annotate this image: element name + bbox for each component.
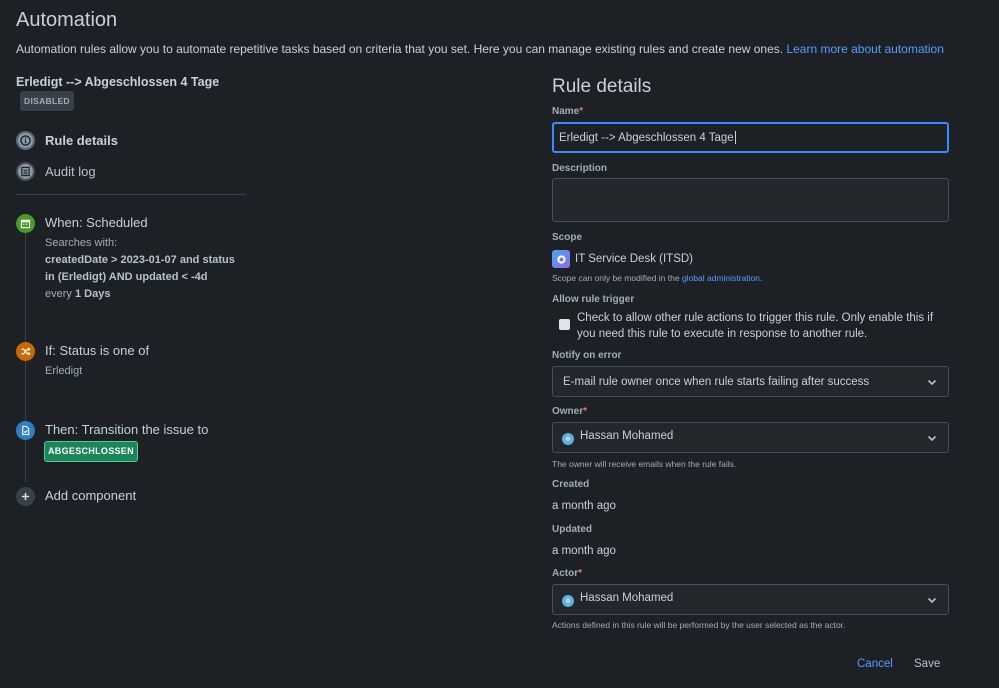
description-label: Description: [552, 163, 608, 174]
actor-label: Actor*: [552, 568, 582, 579]
required-mark: *: [579, 106, 584, 117]
details-title: Rule details: [552, 76, 652, 97]
nav-audit-log[interactable]: Audit log: [16, 162, 96, 181]
calendar-icon: [16, 214, 35, 233]
scope-help: Scope can only be modified in the global…: [552, 273, 762, 283]
when-jql: createdDate > 2023-01-07 and status in (…: [45, 254, 235, 283]
then-value: ABGESCHLOSSEN: [44, 441, 245, 462]
list-icon: [16, 162, 35, 181]
when-title: When: Scheduled: [45, 215, 148, 230]
add-component-button[interactable]: Add component: [16, 487, 216, 507]
name-label: Name*: [552, 106, 583, 117]
chevron-down-icon: [927, 379, 937, 385]
scope-help-prefix: Scope can only be modified in the: [552, 273, 682, 283]
project-avatar-icon: [552, 250, 570, 268]
save-button[interactable]: Save: [914, 656, 940, 672]
scope-value: IT Service Desk (ITSD): [552, 250, 693, 268]
intro-text: Automation rules allow you to automate r…: [16, 42, 787, 56]
owner-label-text: Owner: [552, 406, 584, 417]
required-mark: *: [583, 406, 588, 417]
description-textarea[interactable]: [552, 178, 949, 222]
owner-value: Hassan Mohamed: [580, 430, 674, 443]
actor-label-text: Actor: [552, 568, 579, 579]
nav-rule-details[interactable]: Rule details: [16, 131, 118, 150]
chevron-down-icon: [927, 597, 937, 603]
created-label: Created: [552, 479, 590, 490]
required-mark: *: [578, 568, 583, 579]
actor-help: Actions defined in this rule will be per…: [552, 620, 846, 630]
component-if[interactable]: If: Status is one of Erledigt: [16, 342, 256, 382]
learn-more-link[interactable]: Learn more about automation: [786, 42, 943, 56]
when-every: every 1 Days: [45, 286, 245, 303]
when-searches-with: Searches with:: [45, 237, 118, 249]
text-cursor: [734, 131, 736, 144]
name-input[interactable]: Erledigt --> Abgeschlossen 4 Tage: [552, 122, 949, 153]
when-details: Searches with: createdDate > 2023-01-07 …: [45, 235, 245, 303]
allow-trigger-text: Check to allow other rule actions to tri…: [577, 312, 934, 340]
allow-trigger-checkbox[interactable]: [559, 319, 570, 330]
actor-selected: ☻ Hassan Mohamed: [562, 592, 673, 607]
info-icon: [16, 131, 35, 150]
cancel-button[interactable]: Cancel: [857, 656, 893, 672]
scope-help-suffix: .: [759, 273, 763, 283]
notify-select[interactable]: E-mail rule owner once when rule starts …: [552, 366, 949, 397]
rule-name-heading: Erledigt --> Abgeschlossen 4 Tage DISABL…: [16, 73, 251, 111]
plus-icon: [16, 487, 35, 506]
owner-select[interactable]: ☻ Hassan Mohamed: [552, 422, 949, 453]
if-value: Erledigt: [45, 365, 83, 377]
updated-value: a month ago: [552, 545, 616, 557]
rule-name: Erledigt --> Abgeschlossen 4 Tage: [16, 75, 220, 89]
global-administration-link[interactable]: global administration: [682, 273, 760, 283]
when-every-prefix: every: [45, 288, 72, 300]
shuffle-icon: [16, 342, 35, 361]
component-then[interactable]: Then: Transition the issue to ABGESCHLOS…: [16, 421, 256, 462]
when-every-value: 1 Days: [74, 288, 111, 300]
component-when[interactable]: When: Scheduled Searches with: createdDa…: [16, 214, 256, 304]
page-intro: Automation rules allow you to automate r…: [16, 42, 944, 56]
actor-select[interactable]: ☻ Hassan Mohamed: [552, 584, 949, 615]
notify-label: Notify on error: [552, 350, 622, 361]
name-input-value: Erledigt --> Abgeschlossen 4 Tage: [559, 131, 734, 144]
nav-rule-details-label: Rule details: [45, 133, 118, 148]
page-title: Automation: [16, 9, 118, 31]
status-lozenge: ABGESCHLOSSEN: [44, 441, 138, 462]
emoji-avatar-icon: ☻: [562, 594, 574, 607]
document-icon: [16, 421, 35, 440]
if-title: If: Status is one of: [45, 343, 150, 358]
add-component-label: Add component: [45, 488, 137, 503]
owner-selected: ☻ Hassan Mohamed: [562, 430, 673, 445]
emoji-avatar-icon: ☻: [562, 432, 574, 445]
scope-label: Scope: [552, 232, 583, 243]
updated-label: Updated: [552, 524, 592, 535]
status-badge: DISABLED: [20, 91, 74, 111]
notify-value: E-mail rule owner once when rule starts …: [563, 375, 870, 388]
created-value: a month ago: [552, 500, 616, 512]
nav-divider: [16, 194, 246, 195]
nav-audit-log-label: Audit log: [45, 164, 96, 179]
allow-trigger-label: Allow rule trigger: [552, 294, 635, 305]
actor-value: Hassan Mohamed: [580, 592, 674, 605]
then-title: Then: Transition the issue to: [45, 422, 209, 437]
name-label-text: Name: [552, 106, 580, 117]
owner-help: The owner will receive emails when the r…: [552, 459, 737, 469]
chevron-down-icon: [927, 435, 937, 441]
scope-name: IT Service Desk (ITSD): [575, 253, 693, 265]
owner-label: Owner*: [552, 406, 587, 417]
